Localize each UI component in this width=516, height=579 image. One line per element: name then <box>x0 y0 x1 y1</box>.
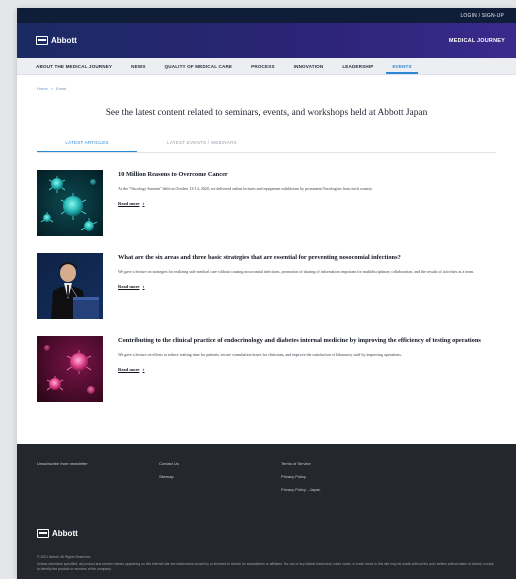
abbott-logo[interactable]: Abbott <box>36 36 77 45</box>
nav-item-about[interactable]: ABOUT THE MEDICAL JOURNEY <box>36 58 112 74</box>
article-title[interactable]: Contributing to the clinical practice of… <box>118 337 496 345</box>
read-more-link[interactable]: Read more › <box>118 201 144 207</box>
article-description: We gave a lecture on efforts to reduce w… <box>118 352 402 357</box>
article-thumbnail-pink-cells[interactable] <box>37 336 103 402</box>
terms-of-service-link[interactable]: Terms of Service <box>281 461 320 466</box>
nav-item-leadership[interactable]: LEADERSHIP <box>342 58 373 74</box>
article-title[interactable]: What are the six areas and three basic s… <box>118 254 496 262</box>
article-thumbnail-speaker[interactable] <box>37 253 103 319</box>
tab-latest-events[interactable]: LATEST EVENTS / WEBINARS <box>152 139 252 152</box>
privacy-policy-link[interactable]: Privacy Policy <box>281 474 320 479</box>
footer-column: Terms of Service Privacy Policy Privacy … <box>281 461 320 492</box>
main-nav: ABOUT THE MEDICAL JOURNEY NEWS QUALITY O… <box>17 58 516 75</box>
chevron-right-icon: › <box>142 283 145 290</box>
medical-journey-title[interactable]: MEDICAL JOURNEY <box>449 38 505 44</box>
breadcrumb: Home > Event <box>17 75 516 91</box>
footer-abbott-logo[interactable]: Abbott <box>37 529 78 538</box>
article-item: What are the six areas and three basic s… <box>37 253 496 321</box>
nav-item-process[interactable]: PROCESS <box>251 58 275 74</box>
article-description: At the "Oncology Summit" held on October… <box>118 186 373 191</box>
chevron-right-icon: › <box>142 366 145 373</box>
read-more-link[interactable]: Read more › <box>118 367 144 373</box>
copyright-text: © 2021 Abbott. All Rights Reserved. <box>37 555 91 559</box>
article-thumbnail-cancer-cells[interactable] <box>37 170 103 236</box>
sitemap-link[interactable]: Sitemap <box>159 474 281 479</box>
read-more-link[interactable]: Read more › <box>118 284 144 290</box>
nav-item-news[interactable]: NEWS <box>131 58 145 74</box>
footer-column: Unsubscribe from newsletter <box>37 461 159 492</box>
article-title[interactable]: 10 Million Reasons to Overcome Cancer <box>118 171 496 179</box>
read-more-label: Read more <box>118 367 140 373</box>
nav-item-innovation[interactable]: INNOVATION <box>294 58 324 74</box>
pink-cells-image <box>37 336 103 402</box>
privacy-policy-japan-link[interactable]: Privacy Policy - Japan <box>281 487 320 492</box>
utility-bar: LOGIN / SIGN-UP <box>17 8 516 23</box>
article-item: Contributing to the clinical practice of… <box>37 336 496 404</box>
article-body: 10 Million Reasons to Overcome Cancer At… <box>118 170 496 238</box>
breadcrumb-current: Event <box>56 86 67 91</box>
chevron-right-icon: › <box>142 200 145 207</box>
legal-disclaimer: Unless otherwise specified, all product … <box>37 562 494 571</box>
footer-logo-text: Abbott <box>52 529 78 538</box>
login-signup-link[interactable]: LOGIN / SIGN-UP <box>460 13 504 19</box>
footer-column: Contact Us Sitemap <box>159 461 281 492</box>
speaker-at-podium-image <box>37 253 103 319</box>
read-more-label: Read more <box>118 201 140 207</box>
abbott-logo-icon <box>37 529 49 538</box>
brand-header: Abbott MEDICAL JOURNEY <box>17 23 516 58</box>
site-footer: Unsubscribe from newsletter Contact Us S… <box>17 444 516 579</box>
abbott-logo-text: Abbott <box>51 36 77 45</box>
browser-page: LOGIN / SIGN-UP Abbott MEDICAL JOURNEY A… <box>17 8 516 579</box>
abbott-logo-icon <box>36 36 48 45</box>
article-body: What are the six areas and three basic s… <box>118 253 496 321</box>
article-list: 10 Million Reasons to Overcome Cancer At… <box>17 153 516 404</box>
read-more-label: Read more <box>118 284 140 290</box>
article-body: Contributing to the clinical practice of… <box>118 336 496 404</box>
contact-us-link[interactable]: Contact Us <box>159 461 281 466</box>
cancer-cells-image <box>37 170 103 236</box>
breadcrumb-separator: > <box>50 86 54 91</box>
nav-item-events[interactable]: EVENTS <box>386 58 419 74</box>
article-tabs: LATEST ARTICLES LATEST EVENTS / WEBINARS <box>37 139 496 153</box>
page-headline: See the latest content related to semina… <box>105 108 428 118</box>
breadcrumb-home[interactable]: Home <box>37 86 48 91</box>
article-item: 10 Million Reasons to Overcome Cancer At… <box>37 170 496 238</box>
footer-links: Unsubscribe from newsletter Contact Us S… <box>17 444 516 492</box>
tab-latest-articles[interactable]: LATEST ARTICLES <box>37 139 137 152</box>
nav-item-quality[interactable]: QUALITY OF MEDICAL CARE <box>165 58 233 74</box>
unsubscribe-link[interactable]: Unsubscribe from newsletter <box>37 461 159 466</box>
article-description: We gave a lecture on strategies for real… <box>118 269 475 274</box>
